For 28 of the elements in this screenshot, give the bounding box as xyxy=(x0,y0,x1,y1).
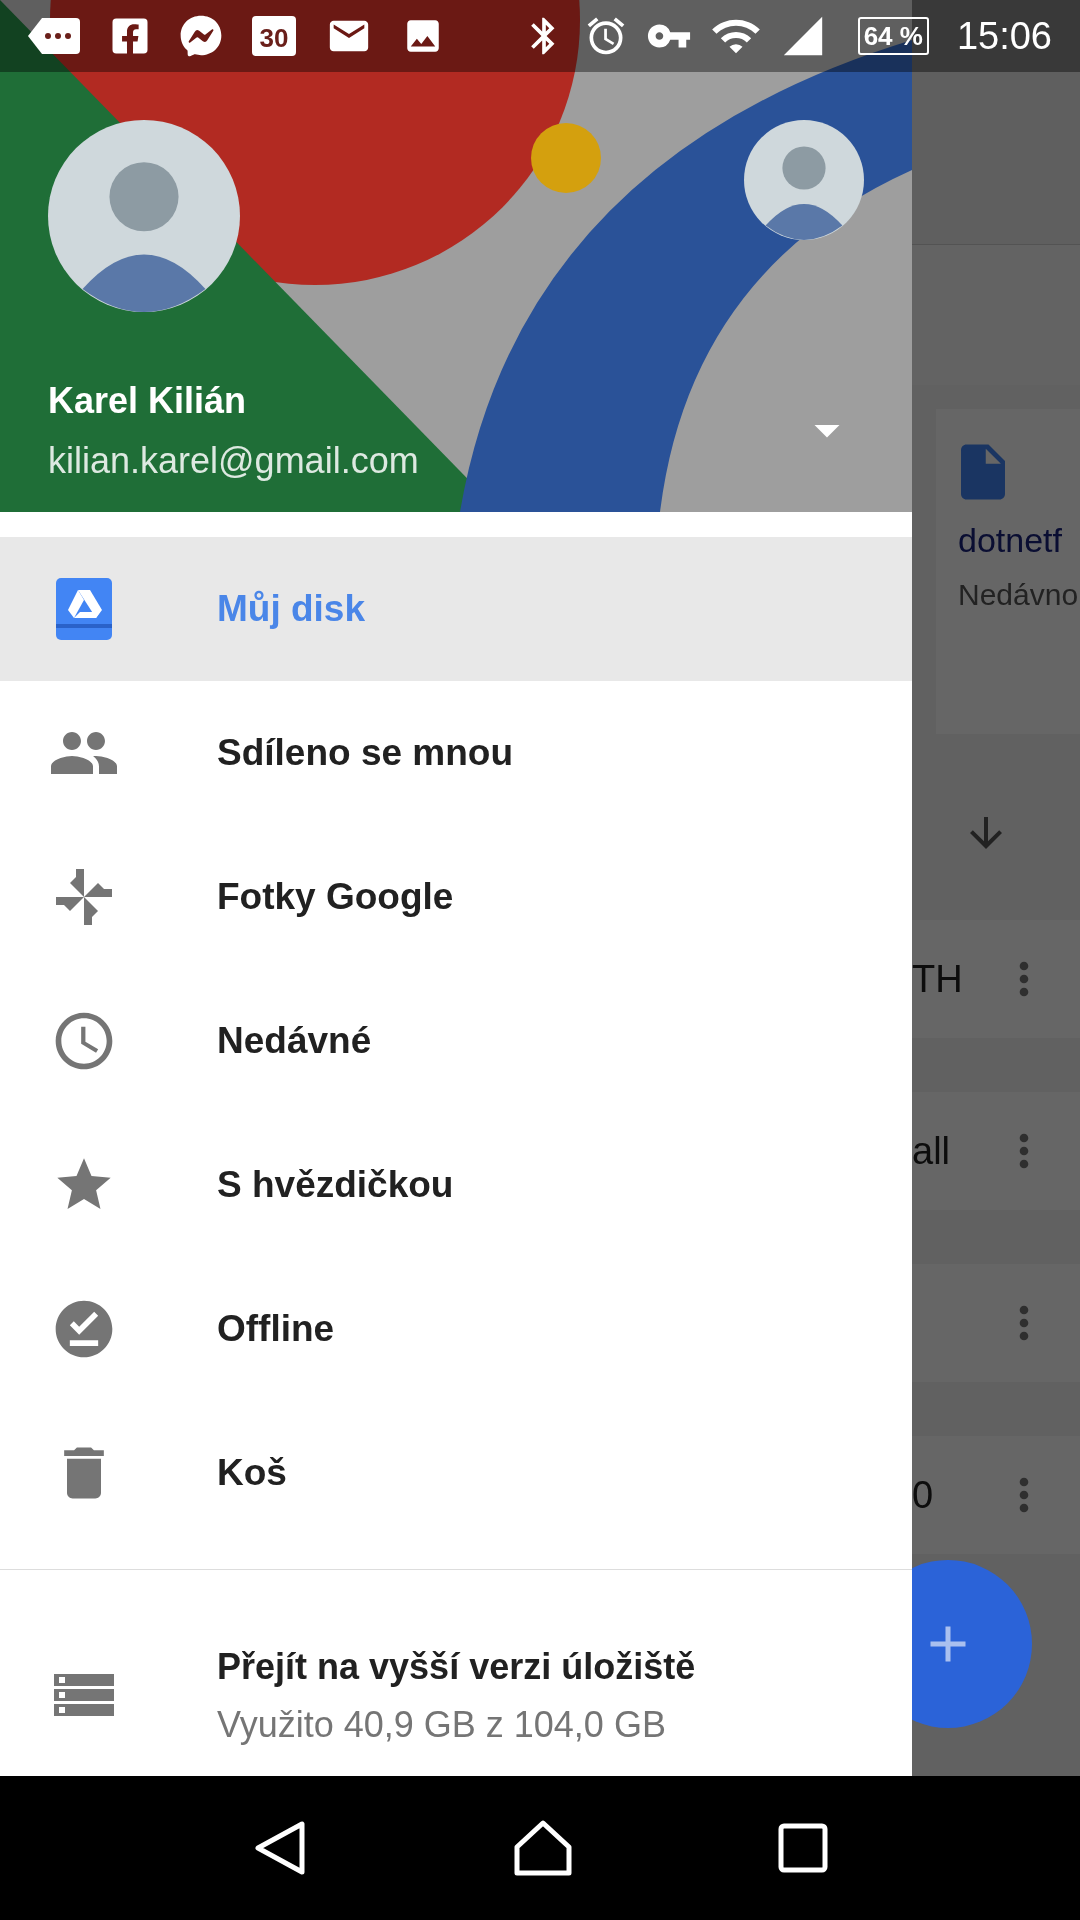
storage-usage: Využito 40,9 GB z 104,0 GB xyxy=(217,1703,667,1747)
account-name: Karel Kilián xyxy=(48,379,248,423)
home-icon[interactable] xyxy=(513,1819,573,1877)
recents-icon[interactable] xyxy=(777,1823,828,1873)
storage-item[interactable]: Přejít na vyšší verzi úložiště Využito 40,9 GB z 104,0 GB xyxy=(0,1640,912,1752)
messenger-icon xyxy=(180,15,222,57)
nav-label: Offline xyxy=(217,1307,335,1352)
file-name: all xyxy=(912,1128,951,1174)
tag-icon xyxy=(28,18,80,54)
nav-label: Sdíleno se mnou xyxy=(217,731,514,776)
nav-label: Fotky Google xyxy=(217,875,454,920)
file-name: 0 xyxy=(912,1472,934,1518)
battery-indicator: 64 % xyxy=(857,17,929,55)
drive-icon xyxy=(55,578,112,640)
nav-label: Koš xyxy=(217,1451,287,1496)
storage-icon xyxy=(53,1674,114,1718)
nav-label: Můj disk xyxy=(217,587,366,632)
nav-label: S hvězdičkou xyxy=(217,1163,454,1208)
clock: 15:06 xyxy=(956,13,1052,59)
file-title: dotnetf xyxy=(958,520,1063,561)
file-subtitle: Nedávno xyxy=(958,577,1080,613)
pinwheel-icon xyxy=(53,867,114,927)
calendar-icon: 30 xyxy=(252,16,296,56)
file-name: TH xyxy=(912,956,963,1002)
nav-label: Nedávné xyxy=(217,1019,372,1064)
storage-title: Přejít na vyšší verzi úložiště xyxy=(217,1645,696,1689)
account-email: kilian.karel@gmail.com xyxy=(48,439,419,483)
facebook-icon xyxy=(110,16,150,56)
